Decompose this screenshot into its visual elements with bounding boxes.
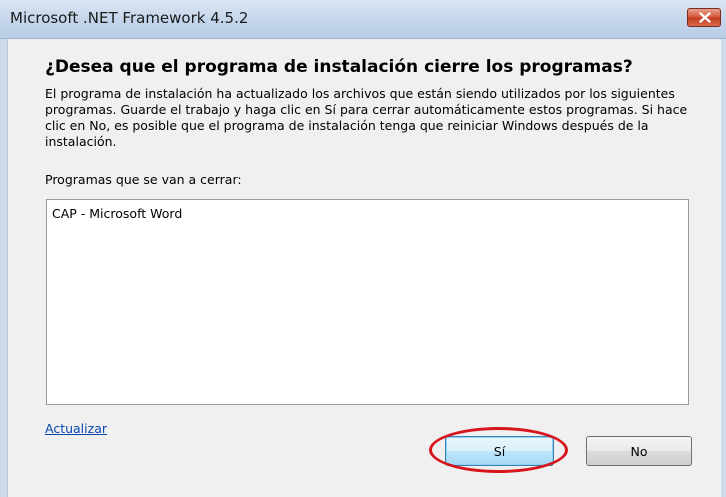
dialog-heading: ¿Desea que el programa de instalación ci…: [45, 57, 633, 77]
window-frame-left: [0, 39, 8, 497]
no-button[interactable]: No: [586, 436, 692, 466]
list-item[interactable]: CAP - Microsoft Word: [52, 206, 182, 221]
close-button[interactable]: [687, 8, 721, 27]
programs-listbox[interactable]: CAP - Microsoft Word: [46, 199, 689, 405]
close-icon: [699, 12, 711, 23]
dialog-content: ¿Desea que el programa de instalación ci…: [8, 39, 721, 497]
dialog-description: El programa de instalación ha actualizad…: [45, 86, 688, 149]
programs-list-label: Programas que se van a cerrar:: [45, 172, 242, 187]
refresh-link[interactable]: Actualizar: [45, 421, 107, 436]
yes-button[interactable]: Sí: [445, 436, 554, 466]
title-bar: Microsoft .NET Framework 4.5.2: [0, 0, 726, 39]
window-title: Microsoft .NET Framework 4.5.2: [10, 9, 249, 27]
